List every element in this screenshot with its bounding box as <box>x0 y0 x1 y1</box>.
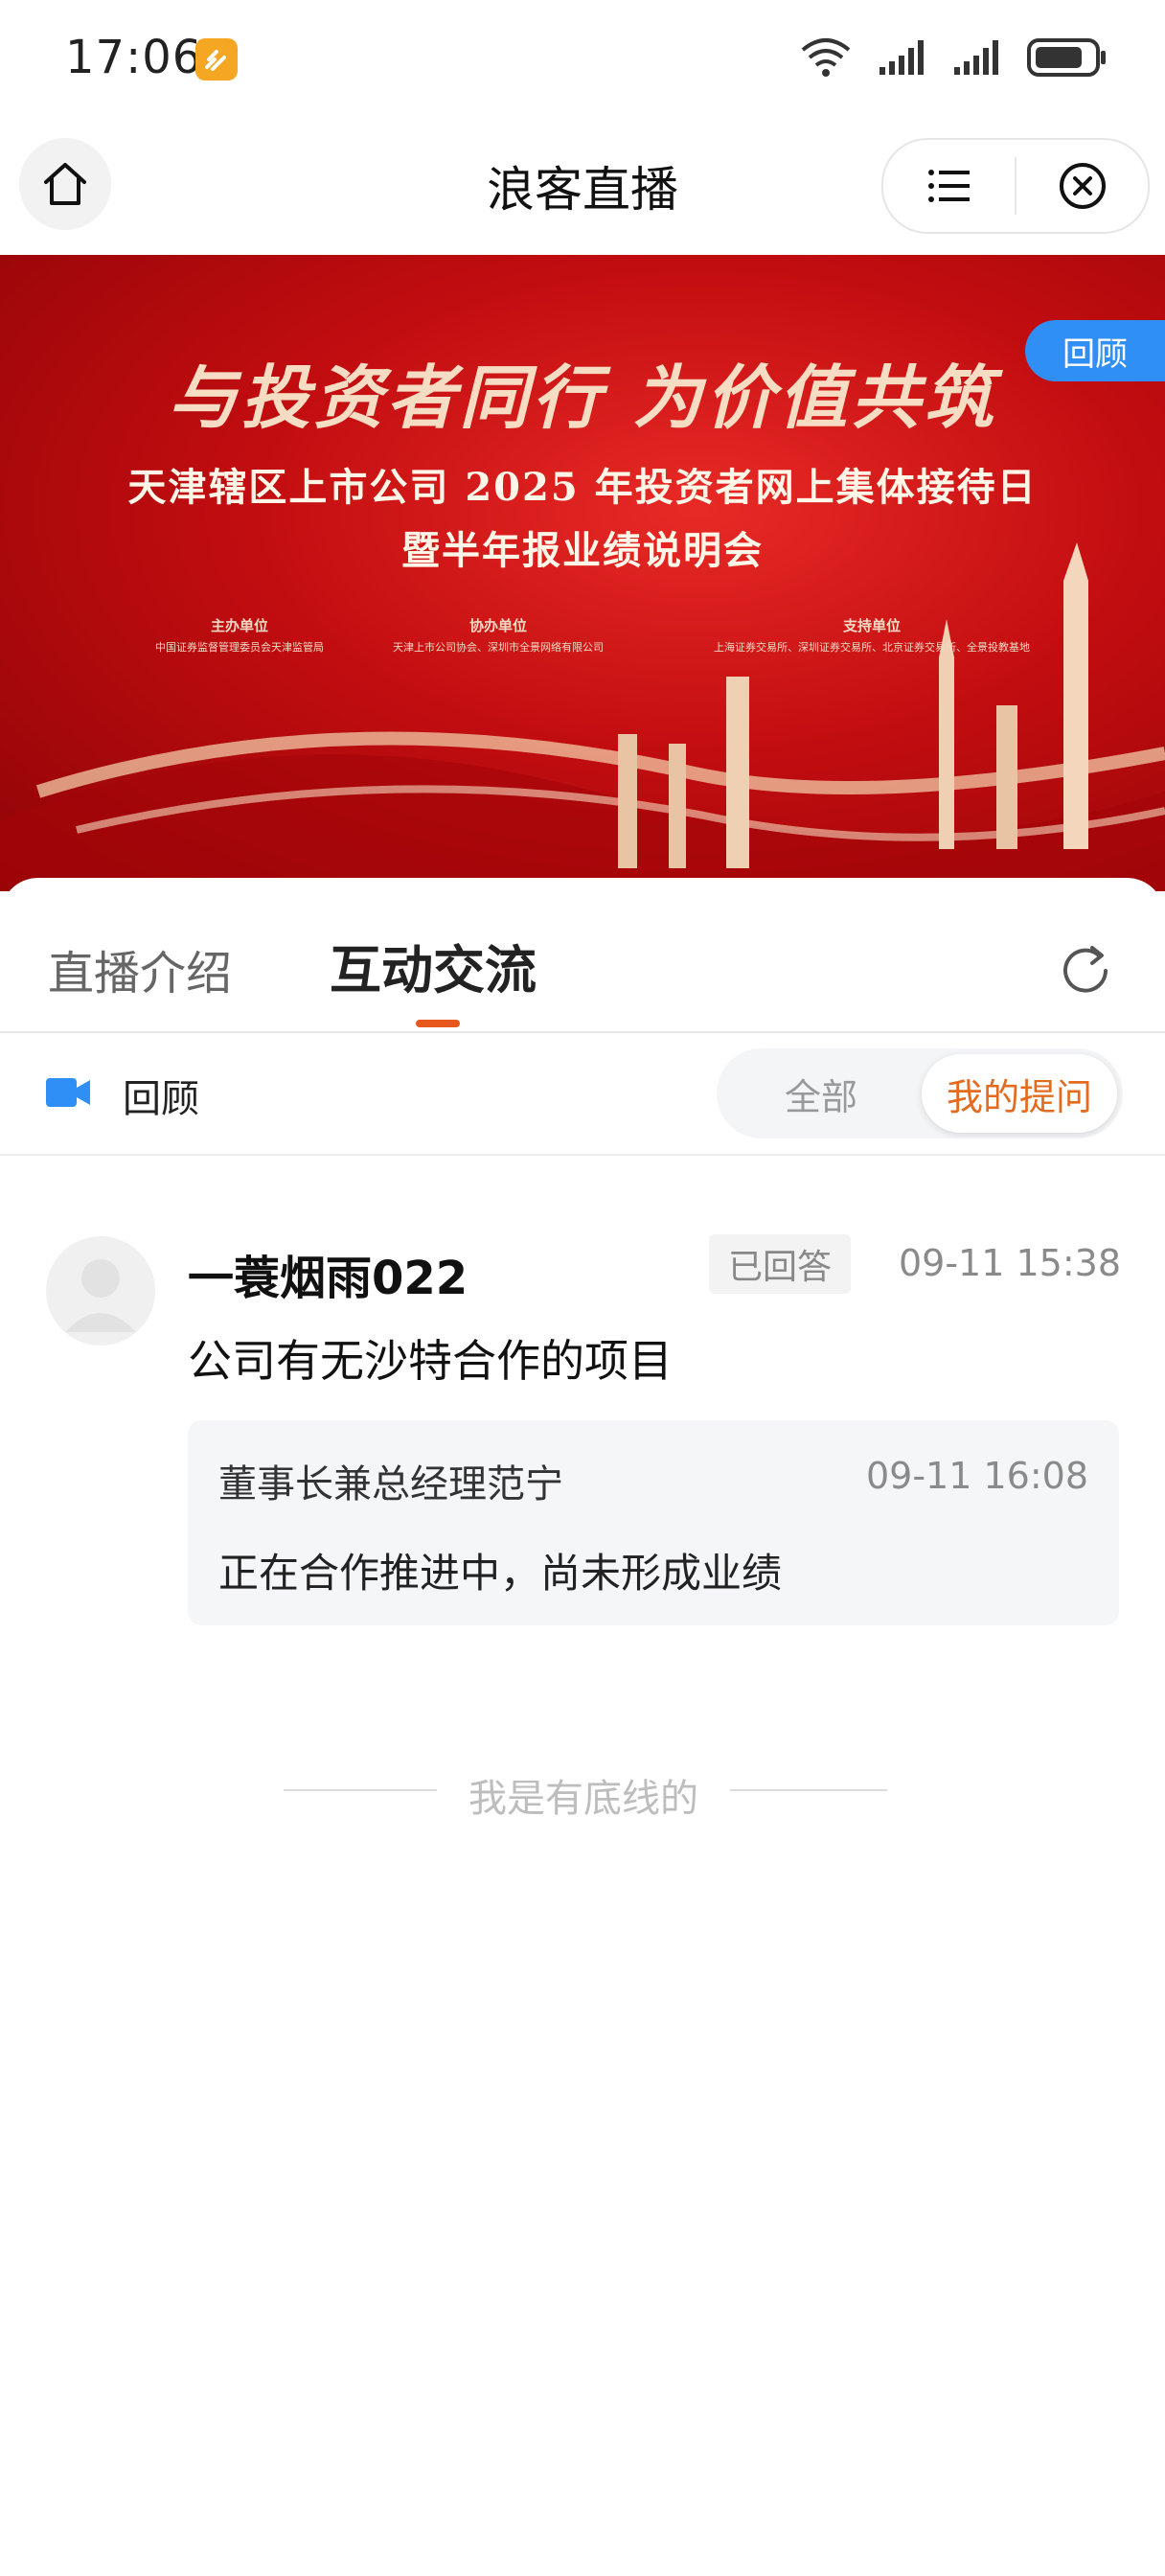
filter-divider <box>0 1154 1165 1156</box>
video-camera-icon <box>46 1076 92 1113</box>
tab-interaction[interactable]: 互动交流 <box>330 928 537 1003</box>
status-time: 17:06 <box>65 31 203 84</box>
refresh-button[interactable] <box>1054 939 1117 1002</box>
footer-divider-right <box>730 1789 887 1791</box>
mini-program-capsule <box>881 138 1150 234</box>
menu-button[interactable] <box>883 140 1015 232</box>
close-button[interactable] <box>1017 140 1148 232</box>
replay-label[interactable]: 回顾 <box>123 1068 199 1123</box>
list-menu-icon <box>927 170 970 202</box>
answer-author: 董事长兼总经理范宁 <box>218 1462 563 1506</box>
filter-my-questions[interactable]: 我的提问 <box>922 1054 1117 1133</box>
signal-icon <box>954 40 998 75</box>
battery-icon <box>1027 38 1106 77</box>
footer-divider-left <box>284 1789 437 1791</box>
close-circle-icon <box>1059 163 1106 209</box>
org-support: 支持单位 上海证券交易所、深圳证券交易所、北京证券交易所、全景投教基地 <box>651 615 1092 655</box>
org-co-text: 天津上市公司协会、深圳市全景网络有限公司 <box>393 641 604 654</box>
org-host-label: 主办单位 <box>210 617 268 634</box>
filter-all[interactable]: 全部 <box>717 1048 925 1138</box>
content-sheet: 直播介绍 互动交流 回顾 全部 我的提问 一蓑烟雨022 已回答 09-11 1… <box>0 878 1165 2576</box>
answer-box: 董事长兼总经理范宁 09-11 16:08 正在合作推进中，尚未形成业绩 <box>188 1420 1119 1625</box>
signal-icon <box>879 40 924 75</box>
banner-subtitle: 暨半年报业绩说明会 <box>401 528 764 573</box>
question-text: 公司有无沙特合作的项目 <box>188 1335 673 1387</box>
status-badge: 已回答 <box>709 1234 851 1294</box>
live-banner[interactable]: 与投资者同行 为价值共筑 天津辖区上市公司 2025 年投资者网上集体接待日 暨… <box>0 255 1165 891</box>
status-icons <box>799 34 1108 80</box>
nav-bar: 浪客直播 <box>0 115 1165 255</box>
tab-active-indicator <box>416 1020 460 1027</box>
org-support-label: 支持单位 <box>842 617 901 634</box>
org-co: 协办单位 天津上市公司协会、深圳市全景网络有限公司 <box>354 615 642 655</box>
app-notification-icon <box>195 38 238 80</box>
tab-divider <box>0 1031 1165 1033</box>
avatar[interactable] <box>46 1236 155 1346</box>
status-bar: 17:06 <box>0 0 1165 115</box>
filter-segmented: 全部 我的提问 <box>717 1048 1123 1138</box>
org-support-text: 上海证券交易所、深圳证券交易所、北京证券交易所、全景投教基地 <box>714 641 1030 654</box>
banner-title: 天津辖区上市公司 2025 年投资者网上集体接待日 <box>127 465 1038 510</box>
wifi-icon <box>801 38 851 77</box>
org-host-text: 中国证券监督管理委员会天津监管局 <box>155 641 324 654</box>
answer-text: 正在合作推进中，尚未形成业绩 <box>218 1550 783 1597</box>
org-host: 主办单位 中国证券监督管理委员会天津监管局 <box>115 615 364 655</box>
replay-badge[interactable]: 回顾 <box>1025 320 1165 381</box>
banner-slogan: 与投资者同行 为价值共筑 <box>168 356 997 438</box>
refresh-icon <box>1063 946 1108 993</box>
default-avatar-icon <box>65 1259 136 1332</box>
answer-time: 09-11 16:08 <box>865 1455 1088 1497</box>
end-of-list-text: 我是有底线的 <box>468 1777 698 1821</box>
question-time: 09-11 15:38 <box>898 1242 1121 1284</box>
question-username: 一蓑烟雨022 <box>188 1252 468 1305</box>
org-co-label: 协办单位 <box>468 617 527 634</box>
tab-live-intro[interactable]: 直播介绍 <box>48 935 232 1002</box>
